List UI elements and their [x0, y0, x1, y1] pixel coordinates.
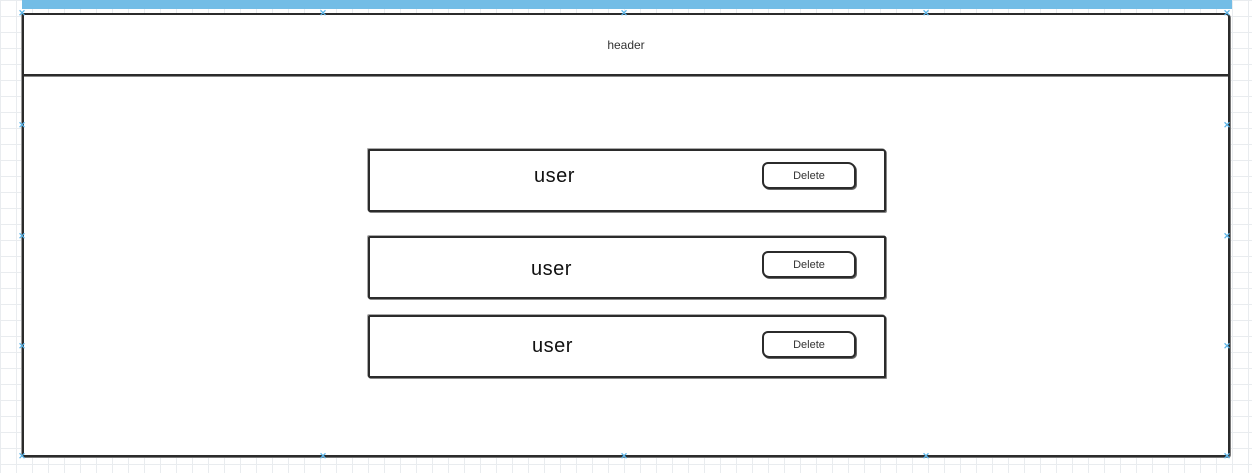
- resize-handle-icon[interactable]: ✕: [319, 452, 327, 461]
- header-title: header: [607, 37, 645, 52]
- wireframe-window: header user Delete user Delete user Dele…: [22, 13, 1230, 457]
- resize-handle-icon[interactable]: ✕: [922, 9, 930, 18]
- resize-handle-icon[interactable]: ✕: [319, 9, 327, 18]
- resize-handle-icon[interactable]: ✕: [18, 232, 26, 241]
- resize-handle-icon[interactable]: ✕: [18, 121, 26, 130]
- user-row: user Delete: [368, 236, 886, 299]
- resize-handle-icon[interactable]: ✕: [1223, 121, 1231, 130]
- resize-handle-icon[interactable]: ✕: [1223, 9, 1231, 18]
- resize-handle-icon[interactable]: ✕: [18, 342, 26, 351]
- delete-user-button[interactable]: Delete: [762, 251, 856, 278]
- resize-handle-icon[interactable]: ✕: [922, 452, 930, 461]
- delete-user-button[interactable]: Delete: [762, 331, 856, 358]
- resize-handle-icon[interactable]: ✕: [1223, 452, 1231, 461]
- resize-handle-icon[interactable]: ✕: [1223, 342, 1231, 351]
- user-name-label: user: [532, 335, 573, 357]
- resize-handle-icon[interactable]: ✕: [18, 9, 26, 18]
- user-name-label: user: [534, 165, 575, 187]
- resize-handle-icon[interactable]: ✕: [620, 9, 628, 18]
- delete-user-button[interactable]: Delete: [762, 162, 856, 189]
- resize-handle-icon[interactable]: ✕: [620, 452, 628, 461]
- header-bar: header: [24, 15, 1228, 76]
- resize-handle-icon[interactable]: ✕: [18, 452, 26, 461]
- user-row: user Delete: [368, 149, 886, 212]
- user-name-label: user: [531, 258, 572, 280]
- resize-handle-icon[interactable]: ✕: [1223, 232, 1231, 241]
- user-row: user Delete: [368, 315, 886, 378]
